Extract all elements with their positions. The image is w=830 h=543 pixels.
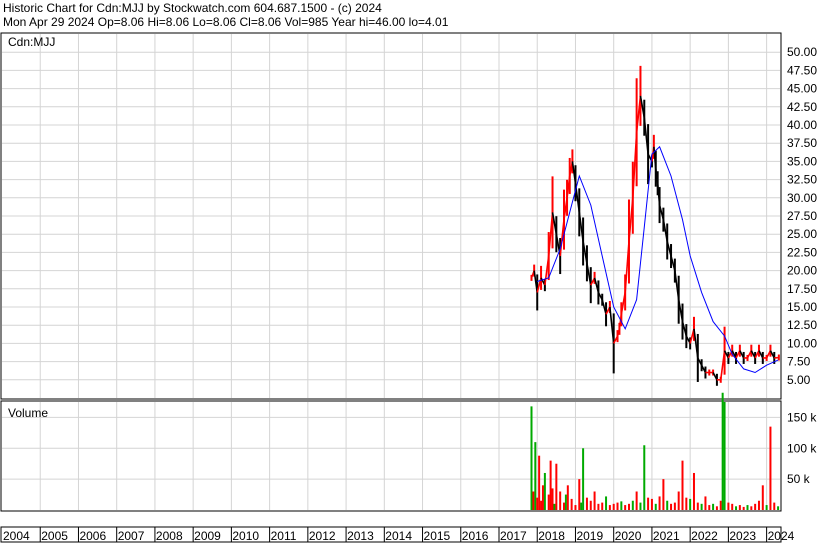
x-tick-label: 2022 [691, 529, 718, 543]
x-tick-label: 2007 [118, 529, 145, 543]
price-tick-label: 37.50 [787, 136, 817, 150]
x-tick-label: 2016 [462, 529, 489, 543]
x-tick-label: 2010 [232, 529, 259, 543]
price-tick-label: 30.00 [787, 191, 817, 205]
x-tick-label: 2009 [194, 529, 221, 543]
x-tick-label: 2019 [576, 529, 603, 543]
price-tick-label: 17.50 [787, 282, 817, 296]
x-tick-label: 2015 [424, 529, 451, 543]
price-tick-label: 20.00 [787, 264, 817, 278]
x-tick-label: 2004 [3, 529, 30, 543]
price-tick-label: 12.50 [787, 318, 817, 332]
volume-y-axis: 150 k 100 k 50 k [787, 410, 817, 486]
x-tick-label: 2023 [729, 529, 756, 543]
x-tick-label: 2018 [538, 529, 565, 543]
price-tick-label: 10.00 [787, 336, 817, 350]
x-tick-label: 2013 [347, 529, 374, 543]
x-tick-label: 2021 [653, 529, 680, 543]
stock-chart: Cdn:MJJ 50.00 47.50 45.00 42.50 40.00 37.50 35… [0, 32, 817, 543]
volume-tick-label: 50 k [787, 472, 811, 486]
price-tick-label: 47.50 [787, 63, 817, 77]
x-tick-label: 2011 [271, 529, 297, 543]
price-tick-label: 35.00 [787, 154, 817, 168]
price-tick-label: 42.50 [787, 100, 817, 114]
x-tick-label: 2006 [79, 529, 106, 543]
x-tick-label: 2020 [615, 529, 642, 543]
price-tick-label: 32.50 [787, 173, 817, 187]
price-tick-label: 45.00 [787, 82, 817, 96]
volume-label: Volume [8, 406, 48, 420]
price-tick-label: 50.00 [787, 45, 817, 59]
x-tick-label: 2012 [309, 529, 336, 543]
price-y-axis: 50.00 47.50 45.00 42.50 40.00 37.50 35.00 32.50… [787, 45, 817, 387]
symbol-label: Cdn:MJJ [8, 35, 55, 49]
price-tick-label: 22.50 [787, 245, 817, 259]
volume-tick-label: 150 k [787, 410, 817, 424]
x-tick-label: 2017 [500, 529, 527, 543]
x-tick-label: 2005 [41, 529, 68, 543]
price-tick-label: 5.00 [787, 373, 811, 387]
x-axis: 2004 2005 2006 2007 2008 2009 2010 2011 2012 2013… [3, 527, 795, 543]
price-tick-label: 15.00 [787, 300, 817, 314]
price-tick-label: 40.00 [787, 118, 817, 132]
x-tick-label: 2008 [156, 529, 183, 543]
price-tick-label: 27.50 [787, 209, 817, 223]
price-tick-label: 7.50 [787, 355, 811, 369]
x-tick-label: 2014 [385, 529, 412, 543]
x-tick-label: 2024 [768, 529, 795, 543]
volume-tick-label: 100 k [787, 441, 817, 455]
price-tick-label: 25.00 [787, 227, 817, 241]
